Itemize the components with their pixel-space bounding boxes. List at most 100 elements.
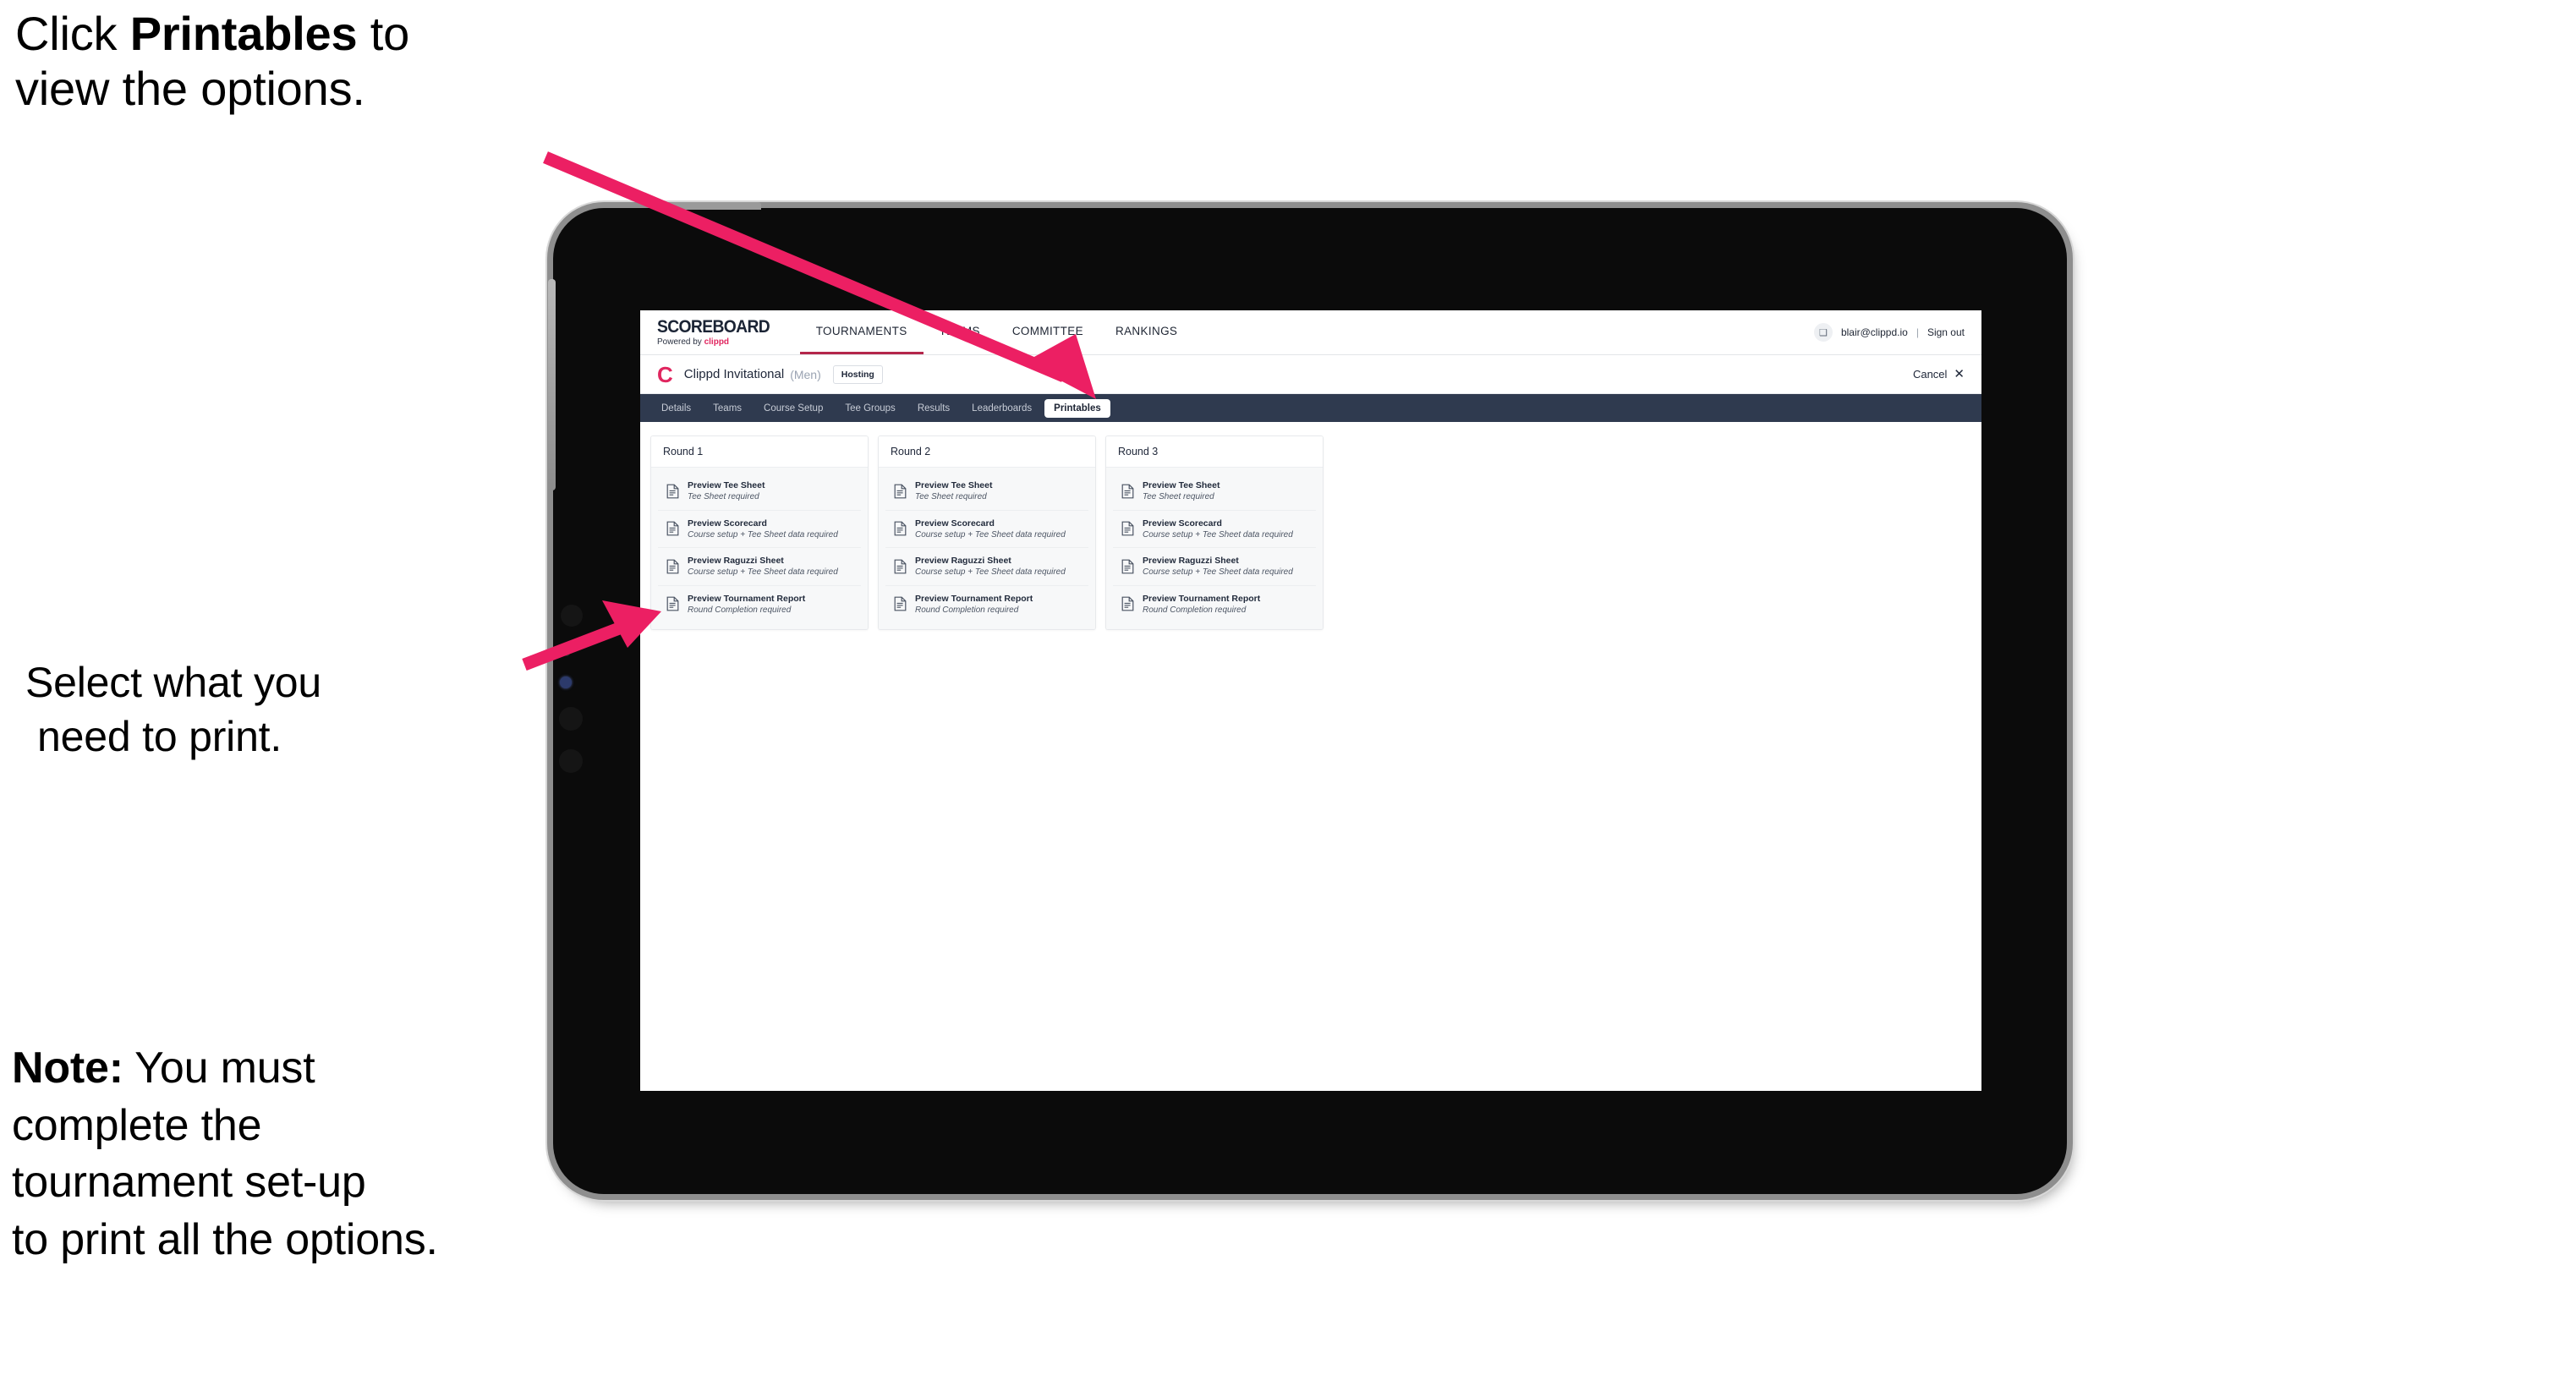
tournament-gender: (Men) bbox=[790, 367, 821, 381]
tab-course-setup[interactable]: Course Setup bbox=[754, 399, 832, 418]
tablet-screen: SCOREBOARD Powered by clippd TOURNAMENTS… bbox=[640, 310, 1981, 1091]
annotation-top-pre: Click bbox=[15, 7, 130, 60]
tablet-speaker-hole-2 bbox=[559, 707, 583, 731]
printable-title: Preview Raguzzi Sheet bbox=[1143, 556, 1239, 567]
annotation-note-line2: complete the bbox=[12, 1100, 262, 1150]
avatar[interactable]: ❑ bbox=[1813, 323, 1833, 342]
printables-content: Round 1 Preview Tee Sheet Tee Sheet requ… bbox=[640, 422, 1981, 644]
tournament-header-bar: C Clippd Invitational (Men) Hosting Canc… bbox=[640, 355, 1981, 394]
printable-subtitle: Course setup + Tee Sheet data required bbox=[915, 567, 1066, 578]
annotation-mid-line1: Select what you bbox=[25, 659, 321, 706]
round-1-items: Preview Tee Sheet Tee Sheet required Pre… bbox=[651, 468, 868, 630]
document-icon bbox=[1121, 484, 1134, 499]
document-icon bbox=[666, 559, 679, 574]
printable-title: Preview Tee Sheet bbox=[688, 480, 765, 490]
user-separator: | bbox=[1916, 326, 1919, 338]
document-icon bbox=[894, 559, 907, 574]
round-column-1: Round 1 Preview Tee Sheet Tee Sheet requ… bbox=[650, 436, 869, 631]
printable-subtitle: Course setup + Tee Sheet data required bbox=[688, 529, 838, 540]
tablet-speaker-hole-1 bbox=[561, 605, 583, 627]
printable-row[interactable]: Preview Tee Sheet Tee Sheet required bbox=[658, 473, 861, 511]
top-bar-user-area: ❑ blair@clippd.io | Sign out bbox=[1813, 310, 1981, 354]
round-3-items: Preview Tee Sheet Tee Sheet required Pre… bbox=[1106, 468, 1323, 630]
annotation-top-bold: Printables bbox=[129, 7, 358, 60]
document-icon bbox=[666, 484, 679, 499]
printable-title: Preview Raguzzi Sheet bbox=[688, 556, 784, 567]
tab-details[interactable]: Details bbox=[652, 399, 700, 418]
printable-subtitle: Course setup + Tee Sheet data required bbox=[1143, 567, 1293, 578]
round-column-3: Round 3 Preview Tee Sheet Tee Sheet requ… bbox=[1105, 436, 1324, 631]
nav-item-tournaments[interactable]: TOURNAMENTS bbox=[799, 310, 924, 354]
printable-row[interactable]: Preview Raguzzi Sheet Course setup + Tee… bbox=[885, 548, 1088, 586]
printable-subtitle: Round Completion required bbox=[1143, 605, 1247, 615]
printable-row[interactable]: Preview Tournament Report Round Completi… bbox=[1113, 585, 1316, 623]
tablet-top-button bbox=[668, 202, 761, 210]
tab-teams[interactable]: Teams bbox=[704, 399, 751, 418]
annotation-top-post: to bbox=[357, 7, 410, 60]
printable-title: Preview Tournament Report bbox=[915, 593, 1033, 604]
printable-subtitle: Round Completion required bbox=[688, 605, 792, 615]
annotation-note-bold: Note: bbox=[12, 1044, 123, 1093]
printable-row[interactable]: Preview Raguzzi Sheet Course setup + Tee… bbox=[1113, 548, 1316, 586]
document-icon bbox=[894, 484, 907, 499]
printable-row[interactable]: Preview Tournament Report Round Completi… bbox=[658, 585, 861, 623]
tablet-status-led bbox=[560, 677, 572, 688]
round-2-items: Preview Tee Sheet Tee Sheet required Pre… bbox=[879, 468, 1095, 630]
printable-title: Preview Tee Sheet bbox=[915, 480, 993, 490]
tablet-pinhole-mic bbox=[563, 649, 570, 656]
printable-subtitle: Course setup + Tee Sheet data required bbox=[915, 529, 1066, 540]
annotation-click-printables: Click Printables to view the options. bbox=[15, 7, 556, 117]
user-email-label: blair@clippd.io bbox=[1840, 326, 1908, 338]
status-badge: Hosting bbox=[832, 364, 883, 384]
document-icon bbox=[666, 597, 679, 611]
top-nav-items: TOURNAMENTS TEAMS COMMITTEE RANKINGS bbox=[799, 310, 1194, 354]
printable-row[interactable]: Preview Tee Sheet Tee Sheet required bbox=[1113, 473, 1316, 511]
nav-item-committee[interactable]: COMMITTEE bbox=[996, 310, 1099, 354]
brand-tagline-clippd: clippd bbox=[704, 337, 730, 347]
document-icon bbox=[666, 521, 679, 536]
nav-item-rankings[interactable]: RANKINGS bbox=[1099, 310, 1193, 354]
nav-item-teams[interactable]: TEAMS bbox=[924, 310, 996, 354]
clippd-logo-icon: C bbox=[657, 361, 673, 387]
cancel-button[interactable]: Cancel ✕ bbox=[1913, 368, 1965, 381]
printable-subtitle: Tee Sheet required bbox=[688, 492, 759, 502]
printable-row[interactable]: Preview Scorecard Course setup + Tee She… bbox=[658, 510, 861, 549]
printable-title: Preview Scorecard bbox=[1143, 518, 1222, 529]
app-top-nav-bar: SCOREBOARD Powered by clippd TOURNAMENTS… bbox=[640, 310, 1981, 355]
printable-title: Preview Tournament Report bbox=[688, 593, 806, 604]
printable-subtitle: Tee Sheet required bbox=[1143, 492, 1214, 502]
close-icon: ✕ bbox=[1954, 367, 1965, 381]
tab-printables[interactable]: Printables bbox=[1044, 398, 1110, 418]
annotation-note-line4: to print all the options. bbox=[12, 1214, 438, 1264]
tournament-tab-strip: Details Teams Course Setup Tee Groups Re… bbox=[640, 394, 1981, 422]
printable-title: Preview Scorecard bbox=[688, 518, 767, 529]
tab-leaderboards[interactable]: Leaderboards bbox=[962, 399, 1041, 418]
printable-title: Preview Scorecard bbox=[915, 518, 995, 529]
annotation-note-rest: You must bbox=[123, 1044, 315, 1093]
tab-results[interactable]: Results bbox=[908, 399, 959, 418]
brand-tagline: Powered by clippd bbox=[657, 338, 780, 347]
scoreboard-logo[interactable]: SCOREBOARD Powered by clippd bbox=[640, 310, 785, 354]
round-1-title: Round 1 bbox=[651, 436, 868, 468]
printable-subtitle: Round Completion required bbox=[915, 605, 1019, 615]
printable-row[interactable]: Preview Tournament Report Round Completi… bbox=[885, 585, 1088, 623]
printable-subtitle: Tee Sheet required bbox=[915, 492, 987, 502]
printable-row[interactable]: Preview Scorecard Course setup + Tee She… bbox=[1113, 510, 1316, 549]
tab-tee-groups[interactable]: Tee Groups bbox=[836, 399, 904, 418]
brand-wordmark: SCOREBOARD bbox=[657, 317, 770, 337]
printable-row[interactable]: Preview Tee Sheet Tee Sheet required bbox=[885, 473, 1088, 511]
document-icon bbox=[1121, 559, 1134, 574]
printable-title: Preview Tee Sheet bbox=[1143, 480, 1220, 490]
document-icon bbox=[1121, 521, 1134, 536]
printable-title: Preview Raguzzi Sheet bbox=[915, 556, 1011, 567]
printable-row[interactable]: Preview Raguzzi Sheet Course setup + Tee… bbox=[658, 548, 861, 586]
printable-row[interactable]: Preview Scorecard Course setup + Tee She… bbox=[885, 510, 1088, 549]
document-icon bbox=[894, 521, 907, 536]
document-icon bbox=[1121, 597, 1134, 611]
document-icon bbox=[894, 597, 907, 611]
printable-subtitle: Course setup + Tee Sheet data required bbox=[1143, 529, 1293, 540]
cancel-label: Cancel bbox=[1912, 368, 1948, 381]
sign-out-link[interactable]: Sign out bbox=[1927, 326, 1965, 338]
annotation-select-to-print: Select what you need to print. bbox=[25, 655, 567, 764]
brand-tagline-prefix: Powered by bbox=[657, 337, 704, 347]
